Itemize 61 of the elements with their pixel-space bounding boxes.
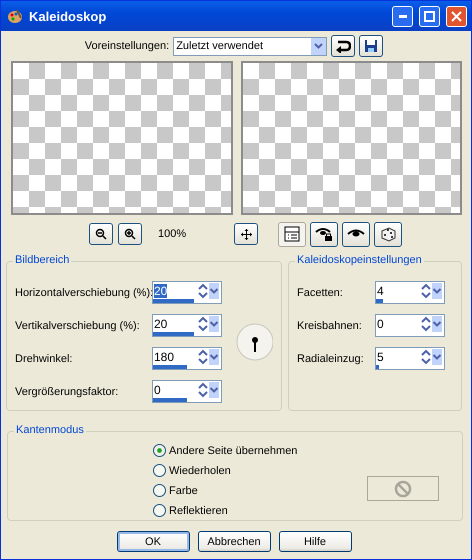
presets-label: Voreinstellungen: (84, 40, 170, 52)
zoom-level: 100% (158, 228, 186, 240)
group-title: Kantenmodus (14, 424, 86, 436)
spin-arrows-icon[interactable] (197, 382, 219, 398)
field-label: Vertikalverschiebung (%): (15, 320, 141, 332)
spin-field[interactable]: 4 (375, 281, 445, 304)
zoom-out-button[interactable] (89, 223, 113, 245)
maximize-icon (424, 10, 435, 22)
spin-arrows-icon[interactable] (197, 282, 219, 298)
move-icon (240, 228, 252, 240)
dialog-button[interactable]: Abbrechen (198, 531, 270, 552)
chevron-down-icon (314, 43, 324, 49)
zoom-in-button[interactable] (118, 223, 142, 245)
close-icon (451, 10, 462, 22)
field-label: Facetten: (297, 286, 344, 298)
eye-lock-icon (315, 226, 334, 242)
view-toggle-button[interactable] (310, 222, 338, 246)
zoom-out-icon (95, 228, 107, 240)
maximize-button[interactable] (419, 6, 440, 26)
spin-field[interactable]: 0 (152, 380, 222, 403)
minimize-icon (398, 14, 406, 18)
spin-field[interactable]: 0 (375, 314, 445, 337)
view-toggle-button[interactable] (374, 222, 402, 246)
view-toggle-button[interactable] (278, 222, 306, 246)
radio-option[interactable]: Wiederholen (153, 462, 298, 479)
save-button[interactable] (359, 35, 384, 57)
spin-field[interactable]: 180 (152, 347, 222, 370)
window-title: Kaleidoskop (29, 8, 108, 24)
zoom-in-icon (124, 228, 136, 240)
spin-field[interactable]: 20 (152, 314, 222, 337)
group-title: Bildbereich (13, 254, 72, 266)
layout-icon (284, 226, 300, 242)
field-label: Drehwinkel: (15, 352, 74, 364)
field-label: Vergrößerungsfaktor: (15, 386, 120, 398)
presets-dropdown[interactable]: Zuletzt verwendet (173, 36, 328, 56)
field-label: Horizontalverschiebung (%): (15, 286, 152, 298)
minimize-button[interactable] (392, 6, 413, 26)
dialog-button[interactable]: Hilfe (278, 531, 352, 552)
spin-arrows-icon[interactable] (420, 348, 442, 364)
radio-option[interactable]: Reflektieren (153, 502, 298, 519)
spin-arrows-icon[interactable] (197, 316, 219, 332)
field-label: Kreisbahnen: (297, 320, 363, 332)
radio-option[interactable]: Andere Seite übernehmen (153, 442, 298, 459)
close-button[interactable] (446, 6, 467, 26)
reset-button[interactable] (331, 35, 356, 57)
field-label: Radialeinzug: (297, 352, 365, 364)
dialog-button[interactable]: OK (116, 531, 190, 552)
pan-button[interactable] (234, 223, 258, 245)
spin-field[interactable]: 20 (152, 281, 222, 304)
palette-icon (7, 8, 23, 24)
dice-icon (380, 226, 396, 242)
spin-field[interactable]: 5 (375, 347, 445, 370)
angle-dial[interactable] (236, 323, 273, 361)
prohibited-icon (394, 480, 412, 498)
spin-arrows-icon[interactable] (197, 348, 219, 364)
return-arrow-icon (335, 39, 352, 53)
spin-arrows-icon[interactable] (420, 282, 442, 298)
radio-option[interactable]: Farbe (153, 482, 298, 499)
spin-arrows-icon[interactable] (420, 316, 442, 332)
view-toggle-button[interactable] (342, 222, 370, 246)
group-title: Kaleidoskopeinstellungen (295, 254, 424, 266)
